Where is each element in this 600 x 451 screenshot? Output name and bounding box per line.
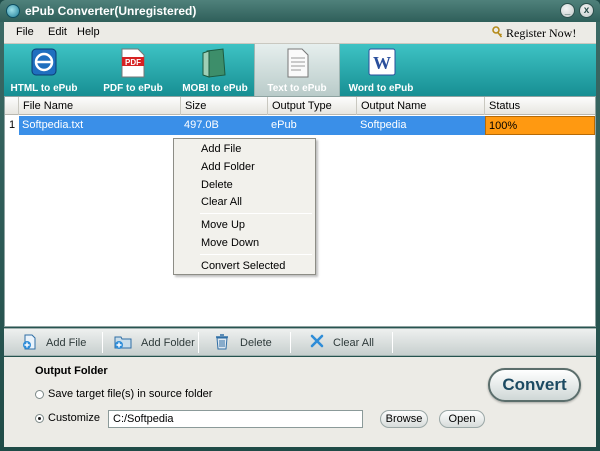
context-separator xyxy=(200,254,312,255)
context-convert-selected[interactable]: Convert Selected xyxy=(201,260,285,272)
minimize-button[interactable]: _ xyxy=(560,3,575,18)
cell-file-name: Softpedia.txt xyxy=(19,116,181,135)
app-window: ePub Converter(Unregistered) _ x File Ed… xyxy=(0,0,600,451)
source-folder-option-label[interactable]: Save target file(s) in source folder xyxy=(48,388,212,400)
column-output-name[interactable]: Output Name xyxy=(357,97,485,115)
word-to-epub-label: Word to ePub xyxy=(348,83,414,94)
clear-all-button[interactable]: Clear All xyxy=(296,329,392,356)
column-output-type[interactable]: Output Type xyxy=(268,97,357,115)
svg-text:W: W xyxy=(373,53,391,73)
table-row[interactable]: 1 Softpedia.txt 497.0B ePub Softpedia 10… xyxy=(5,116,595,135)
column-file-name[interactable]: File Name xyxy=(19,97,181,115)
mobi-to-epub-button[interactable]: MOBI to ePub xyxy=(176,44,254,96)
mobi-to-epub-label: MOBI to ePub xyxy=(182,83,248,94)
conversion-toolbar: HTML to ePub PDF PDF to ePub MOBI to ePu… xyxy=(4,44,596,96)
context-move-down[interactable]: Move Down xyxy=(201,237,259,249)
pdf-icon: PDF xyxy=(121,48,145,78)
column-size[interactable]: Size xyxy=(181,97,268,115)
add-folder-button[interactable]: Add Folder xyxy=(108,329,200,356)
context-menu: Add File Add Folder Delete Clear All Mov… xyxy=(173,138,316,275)
context-add-folder[interactable]: Add Folder xyxy=(201,161,255,173)
delete-icon xyxy=(216,334,228,350)
toolbar-separator xyxy=(392,332,393,353)
source-folder-radio[interactable] xyxy=(35,390,44,399)
clear-all-label: Clear All xyxy=(333,337,374,349)
context-add-file[interactable]: Add File xyxy=(201,143,241,155)
svg-text:PDF: PDF xyxy=(125,58,141,67)
html-to-epub-button[interactable]: HTML to ePub xyxy=(4,44,84,96)
output-panel: Output Folder Save target file(s) in sou… xyxy=(4,357,596,447)
html-icon xyxy=(31,48,57,76)
cell-size: 497.0B xyxy=(181,116,268,135)
add-file-button[interactable]: Add File xyxy=(12,329,104,356)
app-logo-icon xyxy=(6,4,20,18)
menu-file[interactable]: File xyxy=(16,26,34,38)
row-number-header xyxy=(5,97,19,115)
pdf-to-epub-button[interactable]: PDF PDF to ePub xyxy=(92,44,174,96)
menu-help[interactable]: Help xyxy=(77,26,100,38)
cell-status-progress: 100% xyxy=(485,116,595,135)
word-to-epub-button[interactable]: W Word to ePub xyxy=(340,44,422,96)
output-folder-label: Output Folder xyxy=(35,365,108,377)
browse-button[interactable]: Browse xyxy=(380,410,428,428)
window-title: ePub Converter(Unregistered) xyxy=(25,4,197,18)
text-to-epub-label: Text to ePub xyxy=(267,83,327,94)
customize-radio[interactable] xyxy=(35,414,44,423)
row-number: 1 xyxy=(5,116,19,135)
key-icon xyxy=(492,26,503,38)
cell-output-name: Softpedia xyxy=(357,116,485,135)
word-icon: W xyxy=(368,48,396,76)
toolbar-separator xyxy=(198,332,199,353)
add-file-icon xyxy=(23,334,36,350)
register-now-link[interactable]: Register Now! xyxy=(506,26,576,41)
action-bar: Add File Add Folder Delete Clear All xyxy=(4,328,596,356)
customize-option-label[interactable]: Customize xyxy=(48,412,100,424)
grid-header: File Name Size Output Type Output Name S… xyxy=(5,97,595,115)
close-button[interactable]: x xyxy=(579,3,594,18)
toolbar-separator xyxy=(290,332,291,353)
context-separator xyxy=(200,213,312,214)
column-status[interactable]: Status xyxy=(485,97,595,115)
menu-bar: File Edit Help Register Now! xyxy=(4,22,596,44)
context-move-up[interactable]: Move Up xyxy=(201,219,245,231)
add-folder-label: Add Folder xyxy=(141,337,195,349)
menu-edit[interactable]: Edit xyxy=(48,26,67,38)
convert-button[interactable]: Convert xyxy=(488,368,581,402)
open-button[interactable]: Open xyxy=(439,410,485,428)
context-delete[interactable]: Delete xyxy=(201,179,233,191)
context-clear-all[interactable]: Clear All xyxy=(201,196,242,208)
add-file-label: Add File xyxy=(46,337,87,349)
pdf-to-epub-label: PDF to ePub xyxy=(103,83,163,94)
toolbar-separator xyxy=(102,332,103,353)
cell-output-type: ePub xyxy=(268,116,357,135)
add-folder-icon xyxy=(114,336,132,349)
clear-all-icon xyxy=(310,334,324,348)
text-to-epub-button[interactable]: Text to ePub xyxy=(254,44,340,96)
delete-button[interactable]: Delete xyxy=(204,329,290,356)
title-bar[interactable]: ePub Converter(Unregistered) _ x xyxy=(0,0,600,22)
html-to-epub-label: HTML to ePub xyxy=(10,83,78,94)
text-icon xyxy=(287,48,309,78)
delete-label: Delete xyxy=(240,337,272,349)
output-path-field[interactable] xyxy=(108,410,363,428)
mobi-icon xyxy=(202,48,226,78)
